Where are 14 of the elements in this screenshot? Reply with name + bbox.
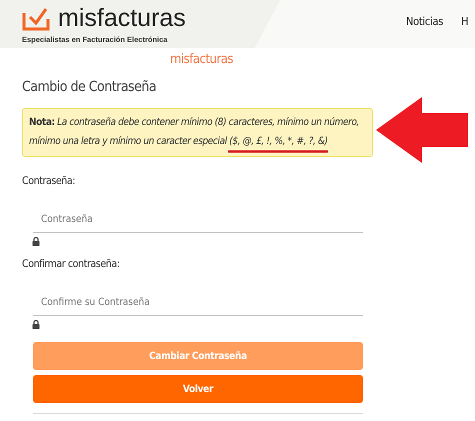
- arrow-icon: [376, 97, 468, 163]
- note-text: Nota: La contraseña debe contener mínimo (8) caracteres, mínimo un número, mínimo una letra y mínimo un caracter especial ($, @, £, !, %, *, #, ?, &): [29, 116, 360, 148]
- checkbox-logo-icon: [22, 6, 50, 30]
- site-title: misfacturas: [170, 52, 234, 66]
- input-field[interactable]: Contraseña: [33, 207, 363, 233]
- lock-icon: [32, 237, 40, 246]
- nav-link[interactable]: Noticias: [406, 15, 444, 28]
- nav-link[interactable]: H: [461, 15, 468, 28]
- field-label: Contraseña:: [22, 175, 76, 187]
- lock-icon: [32, 320, 40, 329]
- form-title: Cambio de Contraseña: [22, 79, 158, 95]
- brand-name: misfacturas: [58, 4, 186, 30]
- field-label: Confirmar contraseña:: [22, 258, 121, 270]
- input-field[interactable]: Confirme su Contraseña: [33, 290, 363, 316]
